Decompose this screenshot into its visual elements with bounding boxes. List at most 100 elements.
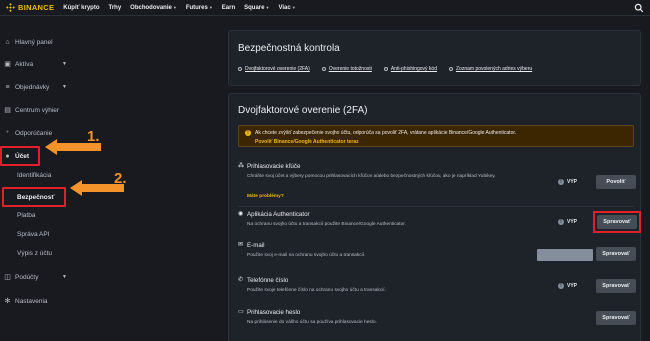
- banner-enable-link[interactable]: Povoliť Binance/Google Authenticator ter…: [255, 139, 359, 145]
- circle-icon: [321, 67, 326, 71]
- manage-password-button[interactable]: Spravovať: [596, 311, 636, 325]
- check-item-label: Anti-phishingový kód: [390, 66, 437, 72]
- wallet-icon: ▣: [4, 60, 11, 68]
- chevron-down-icon: ▼: [291, 4, 296, 10]
- sidebar-item-settings[interactable]: ✻ Nastavenia: [4, 295, 48, 307]
- home-icon: ⌂: [5, 38, 10, 46]
- check-item-identity[interactable]: Overenie totožnosti: [321, 66, 372, 72]
- row-description: Na prihlásenie do vášho účtu sa používa …: [247, 320, 377, 325]
- check-item-label: Dvojfaktorové overenie (2FA): [245, 66, 310, 72]
- nav-futures[interactable]: Futures▼: [186, 5, 213, 11]
- sidebar-item-rewards[interactable]: ▤ Centrum výhier: [4, 104, 59, 116]
- password-icon: ▭: [238, 309, 244, 315]
- status-authenticator: ! VYP: [558, 219, 577, 225]
- row-title: Prihlasovacie heslo: [247, 309, 301, 316]
- nav-square[interactable]: Square▼: [244, 5, 269, 11]
- row-help-link[interactable]: Máte problémy?: [247, 194, 284, 199]
- manage-email-button[interactable]: Spravovať: [596, 247, 636, 261]
- sidebar-item-label: Aktíva: [15, 60, 34, 68]
- security-check-list: Dvojfaktorové overenie (2FA) Overenie to…: [238, 66, 544, 72]
- chevron-down-icon: ▼: [265, 4, 270, 10]
- check-item-label: Overenie totožnosti: [328, 66, 372, 72]
- mail-icon: ✉: [238, 242, 244, 248]
- nav-more[interactable]: Viac▼: [278, 5, 295, 11]
- status-label: VYP: [567, 179, 578, 185]
- sidebar-sub-api-management[interactable]: Správa API: [17, 231, 50, 238]
- info-icon: !: [558, 283, 564, 289]
- highlight-manage-authenticator: [593, 211, 641, 233]
- sidebar-item-label: Objednávky: [15, 83, 50, 91]
- row-title: Telefónne číslo: [247, 277, 289, 284]
- twofa-card: Dvojfaktorové overenie (2FA) ! Ak chcete…: [228, 93, 641, 341]
- row-password: ▭ Prihlasovacie heslo Na prihlásenie do …: [238, 309, 634, 331]
- sidebar-item-label: Nastavenia: [15, 297, 48, 305]
- row-description: Použite svoj e-mail na ochranu svojho úč…: [247, 253, 366, 258]
- status-label: VYP: [567, 283, 578, 289]
- divider: [238, 206, 634, 207]
- chevron-down-icon: ▼: [62, 61, 67, 67]
- enable-passkeys-button[interactable]: Povoliť: [596, 175, 636, 189]
- sidebar-sub-payment[interactable]: Platba: [17, 212, 35, 219]
- status-phone: ! VYP: [558, 283, 577, 289]
- check-item-whitelist[interactable]: Zoznam povolených adries výberu: [449, 66, 532, 72]
- sidebar-item-label: Hlavný panel: [15, 38, 53, 46]
- nav-more-label: Viac: [278, 4, 291, 11]
- top-nav: BINANCE Kúpiť krypto Trhy Obchodovanie▼ …: [0, 0, 650, 16]
- chevron-down-icon: ▼: [172, 4, 177, 10]
- ticket-icon: ▤: [4, 106, 11, 114]
- sidebar-item-dashboard[interactable]: ⌂ Hlavný panel: [4, 36, 53, 48]
- row-description: Použite svoje telefónne číslo na ochranu…: [247, 288, 386, 293]
- sidebar-item-label: Odporúčanie: [15, 129, 53, 137]
- twofa-warning-banner: ! Ak chcete zvýšiť zabezpečenie svojho ú…: [238, 125, 634, 147]
- sidebar-item-assets[interactable]: ▣ Aktíva ▼: [4, 58, 67, 70]
- sidebar-sub-statement[interactable]: Výpis z účtu: [17, 250, 52, 257]
- add-user-icon: ⁺: [5, 129, 10, 137]
- sidebar-item-subaccounts[interactable]: ◫ Podúčty ▼: [4, 271, 67, 283]
- row-title: E-mail: [247, 242, 265, 249]
- sidebar-sub-identification[interactable]: Identifikácia: [17, 172, 51, 179]
- row-description: Na ochranu svojho účtu a transakcií použ…: [247, 222, 406, 227]
- status-passkeys: ! VYP: [558, 179, 577, 185]
- highlight-account: [0, 146, 40, 166]
- check-item-2fa[interactable]: Dvojfaktorové overenie (2FA): [238, 66, 310, 72]
- binance-logo[interactable]: BINANCE: [6, 3, 54, 12]
- chevron-down-icon: ▼: [62, 274, 67, 280]
- authenticator-icon: ◉: [238, 211, 244, 217]
- banner-text: Ak chcete zvýšiť zabezpečenie svojho účt…: [255, 130, 517, 136]
- orders-icon: ≡: [5, 83, 10, 91]
- row-description: Chráňte svoj účet a výbery pomocou prihl…: [247, 174, 496, 179]
- twofa-title: Dvojfaktorové overenie (2FA): [238, 105, 368, 116]
- circle-icon: [449, 67, 453, 71]
- chevron-down-icon: ▼: [62, 84, 67, 90]
- circle-icon: [383, 67, 388, 71]
- binance-logo-icon: [6, 3, 15, 12]
- email-masked-value: [537, 249, 593, 261]
- nav-futures-label: Futures: [185, 4, 208, 11]
- circle-icon: [238, 67, 242, 71]
- warning-icon: !: [245, 130, 251, 136]
- nav-trade-label: Obchodovanie: [130, 4, 172, 11]
- nav-buy-crypto[interactable]: Kúpiť krypto: [63, 5, 99, 11]
- phone-icon: ✆: [238, 277, 244, 283]
- info-icon: !: [558, 219, 564, 225]
- nav-square-label: Square: [244, 4, 265, 11]
- gear-icon: ✻: [4, 297, 11, 305]
- sidebar-item-orders[interactable]: ≡ Objednávky ▼: [4, 81, 67, 93]
- security-check-title: Bezpečnostná kontrola: [238, 43, 340, 54]
- sidebar-item-label: Centrum výhier: [15, 106, 60, 114]
- nav-earn[interactable]: Earn: [222, 5, 235, 11]
- subaccounts-icon: ◫: [4, 273, 11, 281]
- nav-markets[interactable]: Trhy: [109, 5, 122, 11]
- row-title: Aplikácia Authenticator: [247, 211, 310, 218]
- security-check-card: Bezpečnostná kontrola Dvojfaktorové over…: [228, 30, 641, 86]
- passkey-icon: ⁂: [238, 163, 244, 169]
- annotation-number-1: 1.: [87, 128, 100, 145]
- search-icon[interactable]: [634, 3, 644, 13]
- sidebar-item-label: Podúčty: [15, 273, 39, 281]
- row-title: Prihlasovacie kľúče: [247, 163, 301, 170]
- logo-text: BINANCE: [18, 3, 55, 12]
- nav-trade[interactable]: Obchodovanie▼: [130, 5, 177, 11]
- manage-phone-button[interactable]: Spravovať: [596, 279, 636, 293]
- check-item-label: Zoznam povolených adries výberu: [456, 66, 533, 72]
- check-item-anti-phishing[interactable]: Anti-phishingový kód: [383, 66, 437, 72]
